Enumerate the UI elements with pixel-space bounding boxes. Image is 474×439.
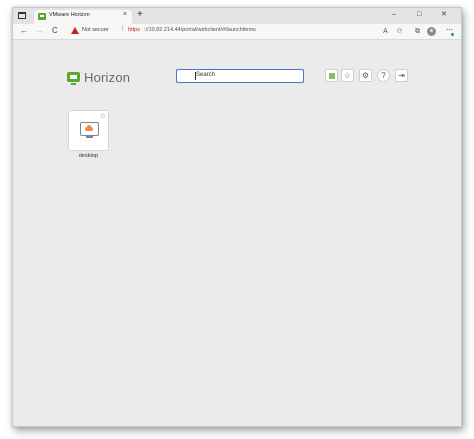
title-bar: VMware Horizon × + – □ ✕ [13, 8, 461, 24]
logout-icon: ⇥ [398, 71, 405, 80]
maximize-button[interactable]: □ [417, 10, 421, 20]
collections-icon[interactable]: ⧉ [413, 27, 422, 36]
profile-icon[interactable] [427, 27, 436, 36]
monitor-stand [86, 136, 93, 138]
cloud-icon [85, 125, 93, 131]
search-input[interactable]: Search [176, 69, 304, 83]
horizon-favicon-icon [38, 13, 46, 20]
horizon-logo: Horizon [67, 70, 147, 88]
forward-button[interactable]: → [36, 26, 44, 36]
favorites-star-icon: ☆ [343, 71, 352, 80]
warning-icon [71, 27, 79, 34]
help-icon: ? [381, 71, 386, 80]
url-path: ://10.82.214.44/portal/webclient/#/launc… [144, 27, 256, 33]
logo-text: Horizon [84, 70, 131, 85]
logout-button[interactable]: ⇥ [395, 69, 408, 82]
browser-tab[interactable]: VMware Horizon × [34, 10, 132, 24]
settings-button[interactable]: ⚙ [359, 69, 372, 82]
search-placeholder: Search [196, 72, 216, 78]
address-bar-row: ← → C Not secure | https ://10.82.214.44… [13, 24, 461, 40]
favorite-star-icon[interactable]: ☆ [100, 112, 106, 120]
apps-grid-button[interactable] [325, 69, 338, 82]
url-scheme: https [128, 27, 140, 33]
reload-button[interactable]: C [52, 26, 58, 36]
help-button[interactable]: ? [377, 69, 390, 82]
security-label[interactable]: Not secure [82, 27, 109, 33]
apps-grid-icon [329, 73, 335, 79]
back-button[interactable]: ← [20, 26, 28, 36]
horizon-portal: Horizon Search ☆ ⚙ ? ⇥ ☆ desktop [13, 40, 461, 426]
browser-window: VMware Horizon × + – □ ✕ ← → C Not secur… [12, 7, 462, 427]
status-dot [451, 33, 454, 36]
app-tile-desktop[interactable]: ☆ [68, 110, 109, 151]
minimize-button[interactable]: – [392, 10, 396, 20]
favorites-button[interactable]: ☆ [341, 69, 354, 82]
horizon-logo-icon [67, 72, 80, 85]
new-tab-button[interactable]: + [137, 9, 143, 21]
read-aloud-icon[interactable]: A [381, 27, 390, 36]
tab-title: VMware Horizon [49, 12, 90, 18]
app-label: desktop [78, 153, 99, 159]
close-window-button[interactable]: ✕ [441, 10, 447, 20]
url-field[interactable]: Not secure | https ://10.82.214.44/porta… [65, 26, 385, 37]
tab-close-icon[interactable]: × [123, 11, 127, 18]
url-separator: | [122, 26, 124, 32]
favorites-icon[interactable]: ✩ [395, 27, 404, 36]
settings-gear-icon: ⚙ [361, 71, 370, 80]
desktop-monitor-icon [80, 122, 99, 136]
window-menu-icon[interactable] [18, 12, 26, 19]
